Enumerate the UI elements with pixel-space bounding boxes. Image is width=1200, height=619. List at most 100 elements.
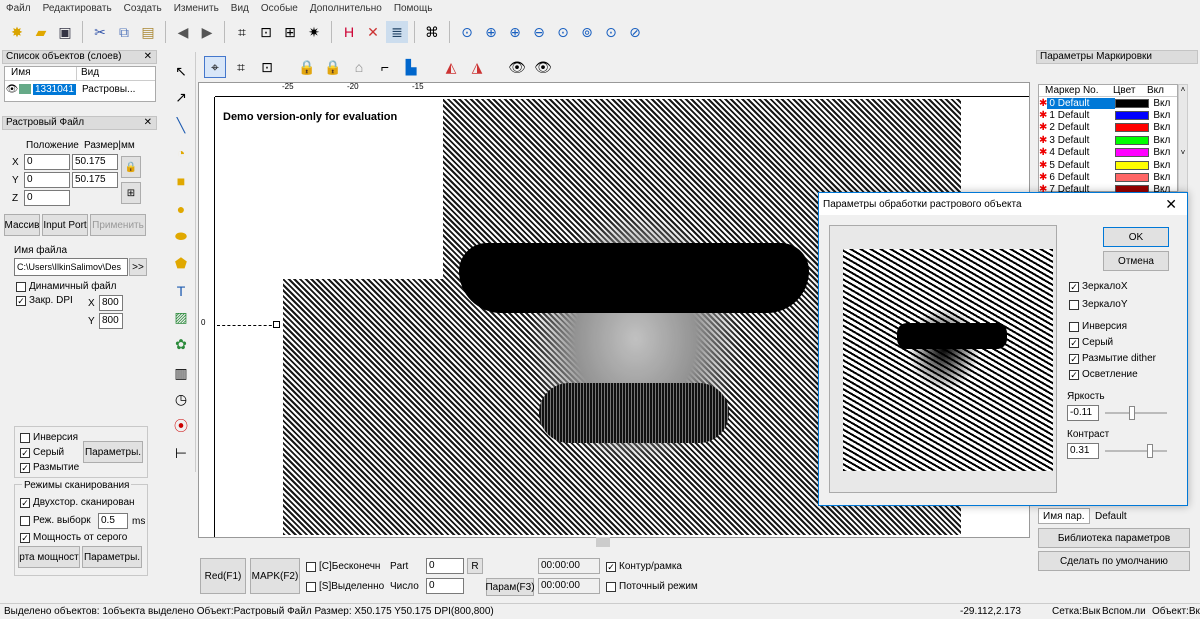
mirror-v-icon[interactable]: ◮ [466, 56, 488, 78]
size-h-input[interactable]: 50.175 [72, 172, 118, 188]
close-icon[interactable]: ✕ [144, 117, 152, 129]
filename-input[interactable]: C:\Users\IlkinSalimov\Des [14, 258, 128, 276]
eye-icon[interactable]: 👁 [5, 84, 19, 95]
dpi-x-input[interactable]: 800 [99, 295, 123, 311]
marker-enabled[interactable]: Вкл [1153, 160, 1170, 171]
hatch-icon[interactable]: H [338, 21, 360, 43]
status-grid[interactable]: Сетка:Вык [1052, 606, 1100, 617]
circle-icon[interactable]: ● [170, 198, 192, 220]
mirror-h-icon[interactable]: ◭ [440, 56, 462, 78]
vector-file-icon[interactable]: ✿ [170, 333, 192, 355]
unlock-icon[interactable]: 🔒 [322, 56, 344, 78]
marker-color-swatch[interactable] [1115, 98, 1150, 108]
marker-scrollbar[interactable]: ˄ ˅ [1178, 84, 1188, 192]
marker-enabled[interactable]: Вкл [1153, 172, 1170, 183]
params-button[interactable]: Параметры. [83, 441, 143, 463]
marker-row[interactable]: ✱ 5 Default Вкл [1039, 159, 1177, 171]
marker-row[interactable]: ✱ 4 Default Вкл [1039, 147, 1177, 159]
dither-checkbox[interactable]: ✓ Размытие dither [1069, 353, 1156, 364]
node-add-icon[interactable]: ⊡ [256, 56, 278, 78]
ellipse-icon[interactable]: ⬬ [170, 225, 192, 247]
status-object[interactable]: Объект:Вк [1152, 606, 1200, 617]
bidir-scan-checkbox[interactable]: ✓ Двухстор. сканирован [20, 497, 135, 508]
set-default-button[interactable]: Сделать по умолчанию [1038, 551, 1190, 571]
zoom-in-icon[interactable]: ⊕ [480, 21, 502, 43]
menu-file[interactable]: Файл [0, 3, 37, 14]
brightness-input[interactable]: -0.11 [1067, 405, 1099, 421]
new-icon[interactable]: ✸ [6, 21, 28, 43]
lock-icon[interactable]: 🔒 [296, 56, 318, 78]
pos-y-input[interactable]: 0 [24, 172, 70, 188]
marker-row[interactable]: ✱ 0 Default Вкл [1039, 97, 1177, 109]
reset-button[interactable]: R [467, 558, 483, 574]
menu-view[interactable]: Вид [225, 3, 255, 14]
timer-icon[interactable]: ◷ [170, 388, 192, 410]
marker-row[interactable]: ✱ 3 Default Вкл [1039, 134, 1177, 146]
motion-icon[interactable]: ⊢ [170, 442, 192, 464]
paste-icon[interactable]: ▤ [137, 21, 159, 43]
mark-button[interactable]: MAPK(F2) [250, 558, 300, 594]
select-mode-checkbox[interactable]: Реж. выборк [20, 515, 91, 526]
gray-checkbox[interactable]: ✓ Серый [1069, 337, 1113, 348]
list-icon[interactable]: ≣ [386, 21, 408, 43]
zoom-all-icon[interactable]: ⊙ [552, 21, 574, 43]
io-port-icon[interactable]: ⦿ [170, 415, 192, 437]
redo-icon[interactable]: ▶ [196, 21, 218, 43]
preview-icon[interactable]: 👁 [506, 56, 528, 78]
text-icon[interactable]: T [170, 280, 192, 302]
contrast-slider-thumb[interactable] [1147, 444, 1153, 458]
menu-extra[interactable]: Дополнительно [304, 3, 388, 14]
marker-row[interactable]: ✱ 1 Default Вкл [1039, 109, 1177, 121]
browse-button[interactable]: >> [129, 258, 147, 276]
invert-checkbox[interactable]: Инверсия [1069, 321, 1127, 332]
pos-x-input[interactable]: 0 [24, 154, 70, 170]
lock-all-icon[interactable]: ⌂ [348, 56, 370, 78]
node-edit-icon[interactable]: ⌗ [231, 21, 253, 43]
col-name-header[interactable]: Имя [5, 67, 77, 80]
bitmap-icon[interactable]: ▨ [170, 306, 192, 328]
node-icon[interactable]: ↗ [170, 86, 192, 108]
continuous-checkbox[interactable]: [C]Бесконечн [306, 561, 380, 572]
undo-icon[interactable]: ◀ [172, 21, 194, 43]
save-icon[interactable]: ▣ [54, 21, 76, 43]
input-port-button[interactable]: Input Port [42, 214, 88, 236]
power-gray-checkbox[interactable]: ✓ Мощность от серого [20, 532, 127, 543]
marker-color-swatch[interactable] [1115, 111, 1150, 121]
fix-dpi-checkbox[interactable]: ✓ Закр. DPI [16, 295, 73, 306]
marker-color-swatch[interactable] [1115, 148, 1150, 158]
size-w-input[interactable]: 50.175 [72, 154, 118, 170]
library-button[interactable]: Библиотека параметров [1038, 528, 1190, 548]
menu-special[interactable]: Особые [255, 3, 304, 14]
zoom-plus-icon[interactable]: ⊕ [504, 21, 526, 43]
zoom-icon[interactable]: ⊙ [456, 21, 478, 43]
list-item[interactable]: 👁 1331041 Растровы... [5, 81, 155, 97]
marker-enabled[interactable]: Вкл [1153, 147, 1170, 158]
menu-help[interactable]: Помощь [388, 3, 439, 14]
zoom-page-icon[interactable]: ⊘ [624, 21, 646, 43]
marker-color-swatch[interactable] [1115, 160, 1150, 170]
node-move-icon[interactable]: ⌗ [230, 56, 252, 78]
close-icon[interactable]: ✕ [1165, 196, 1177, 213]
contour-checkbox[interactable]: ✓ Контур/рамка [606, 561, 682, 572]
count-input[interactable]: 0 [426, 578, 464, 594]
marker-color-swatch[interactable] [1115, 123, 1150, 133]
ungroup-icon[interactable]: ⊞ [279, 21, 301, 43]
marker-color-swatch[interactable] [1115, 173, 1150, 183]
copy-icon[interactable]: ⧉ [113, 21, 135, 43]
marker-row[interactable]: ✱ 2 Default Вкл [1039, 122, 1177, 134]
col-on[interactable]: Вкл [1147, 85, 1164, 96]
param-button[interactable]: Парам(F3) [485, 578, 535, 596]
flow-mode-checkbox[interactable]: Поточный режим [606, 581, 698, 592]
apply-button[interactable]: Применить [90, 214, 146, 236]
brightness-slider[interactable] [1105, 412, 1167, 414]
pos-z-input[interactable]: 0 [24, 190, 70, 206]
gray-checkbox[interactable]: ✓ Серый [20, 447, 64, 458]
status-guide[interactable]: Вспом.ли [1102, 606, 1146, 617]
marker-enabled[interactable]: Вкл [1153, 122, 1170, 133]
marker-enabled[interactable]: Вкл [1153, 98, 1170, 109]
cancel-button[interactable]: Отмена [1103, 251, 1169, 271]
zoom-sel-icon[interactable]: ⊙ [600, 21, 622, 43]
node-select-icon[interactable]: ⌖ [204, 56, 226, 78]
menu-modify[interactable]: Изменить [168, 3, 225, 14]
anchor-button[interactable]: ⊞ [121, 182, 141, 204]
